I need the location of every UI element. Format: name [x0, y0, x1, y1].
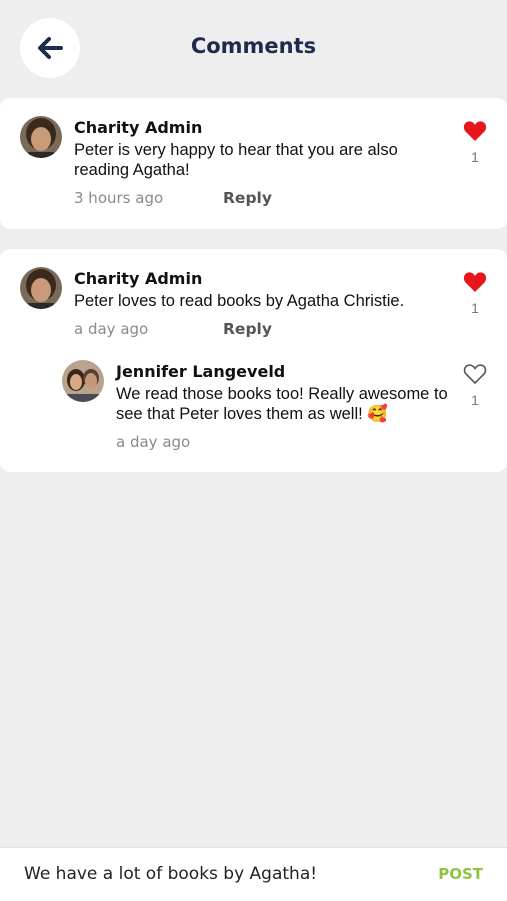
post-button[interactable]: POST: [438, 865, 483, 883]
reply-text: We read those books too! Really awesome …: [116, 384, 451, 424]
heart-filled-icon: [463, 272, 487, 292]
comment-card: Charity Admin Peter loves to read books …: [0, 249, 507, 472]
smiling-hearts-emoji: 🥰: [367, 404, 388, 423]
comment-card: Charity Admin Peter is very happy to hea…: [0, 98, 507, 229]
comment-text: Peter loves to read books by Agatha Chri…: [74, 292, 405, 310]
comment-timestamp: 3 hours ago: [74, 189, 164, 207]
like-count: 1: [471, 300, 479, 316]
page-title: Comments: [190, 34, 317, 58]
comment-author: Charity Admin: [74, 118, 203, 137]
comment-timestamp: a day ago: [74, 320, 149, 338]
comment-composer: POST: [0, 847, 507, 901]
like-button[interactable]: 1: [460, 271, 490, 316]
reply-button[interactable]: Reply: [223, 320, 272, 338]
avatar: [62, 360, 104, 402]
reply-text-content: We read those books too! Really awesome …: [116, 385, 448, 423]
header: Comments: [0, 0, 507, 97]
reply-button[interactable]: Reply: [223, 189, 272, 207]
like-count: 1: [471, 392, 479, 408]
avatar: [20, 267, 62, 309]
like-button[interactable]: 1: [460, 120, 490, 165]
avatar: [20, 116, 62, 158]
reply-author: Jennifer Langeveld: [116, 362, 286, 381]
reply-timestamp: a day ago: [116, 433, 191, 451]
comment-text: Peter is very happy to hear that you are…: [74, 141, 398, 179]
like-count: 1: [471, 149, 479, 165]
like-button[interactable]: 1: [460, 363, 490, 408]
comment-author: Charity Admin: [74, 269, 203, 288]
comment-input[interactable]: [24, 860, 414, 888]
heart-filled-icon: [463, 121, 487, 141]
heart-outline-icon: [463, 364, 487, 384]
